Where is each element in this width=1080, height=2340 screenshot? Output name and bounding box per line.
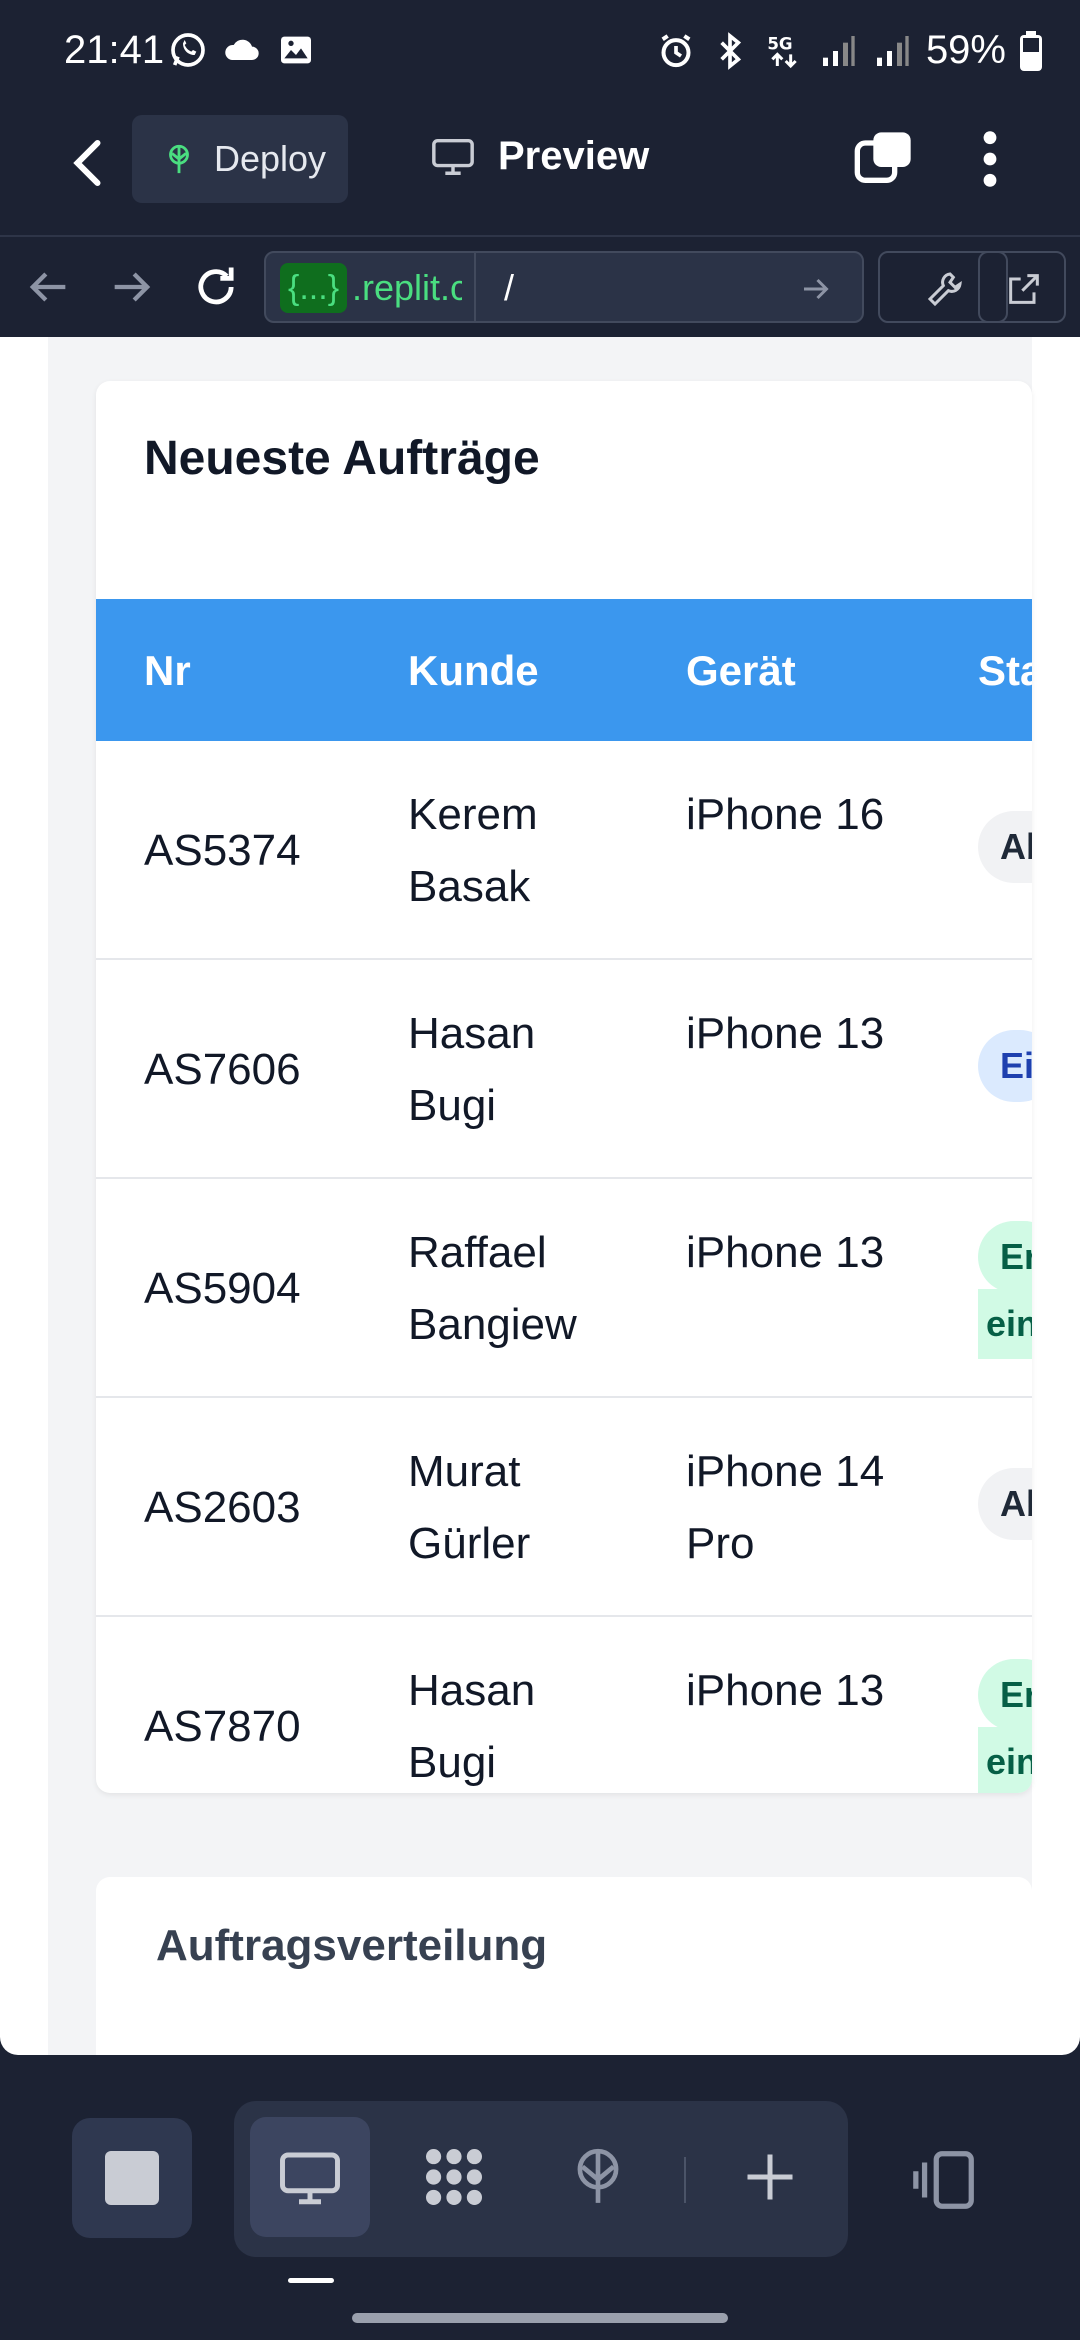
order-distribution-card: Auftragsverteilung <box>96 1877 1032 2055</box>
customer-name: Hasan Bugi <box>408 1666 536 1787</box>
5g-icon: 5G <box>767 34 797 68</box>
card-title: Neueste Aufträge <box>144 432 540 485</box>
order-number: AS7870 <box>144 1702 301 1751</box>
go-arrow-icon[interactable] <box>798 271 834 307</box>
orders-table: Nr Kunde Gerät Sta AS5374 Kerem Basak iP… <box>96 599 1032 1793</box>
table-header: Nr Kunde Gerät Sta <box>96 599 1032 741</box>
deploy-button[interactable]: Deploy <box>132 115 348 203</box>
status-bar: 21:41 5G 59% <box>0 0 1080 105</box>
device-name: iPhone 13 <box>686 1228 885 1277</box>
status-badge: Ab <box>978 1468 1032 1540</box>
signal-icon <box>876 35 909 66</box>
url-path-input[interactable]: / <box>504 263 514 313</box>
alarm-icon <box>661 33 691 67</box>
status-badge: Ei <box>978 1030 1032 1102</box>
browser-forward-icon[interactable] <box>106 261 158 313</box>
customer-name: Raffael Bangiew <box>408 1228 577 1349</box>
monitor-icon <box>280 2152 340 2205</box>
browser-back-icon[interactable] <box>22 261 74 313</box>
url-host: .replit.c <box>352 267 462 308</box>
app-bar: Deploy Preview <box>0 105 1080 235</box>
back-arrow-icon[interactable] <box>60 133 120 193</box>
order-number: AS2603 <box>144 1483 301 1532</box>
active-tab-indicator <box>288 2278 334 2283</box>
table-row[interactable]: AS2603 Murat Gürler iPhone 14 Pro Ab <box>96 1398 1032 1617</box>
whatsapp-icon <box>171 33 205 67</box>
bluetooth-icon <box>720 31 742 70</box>
customer-name: Murat Gürler <box>408 1447 531 1568</box>
device-name: iPhone 13 <box>686 1009 885 1058</box>
status-badge: Ab <box>978 811 1032 883</box>
status-badge: Er <box>978 1221 1032 1293</box>
deploy-icon <box>577 2148 619 2203</box>
external-link-icon <box>1009 274 1039 304</box>
plus-icon <box>747 2154 793 2200</box>
dock-deploy-button[interactable] <box>538 2117 658 2237</box>
more-options-icon[interactable] <box>972 127 1008 191</box>
preview-tab[interactable]: Preview <box>430 133 649 179</box>
stop-icon <box>105 2151 159 2205</box>
dock-preview-button[interactable] <box>250 2117 370 2237</box>
url-separator <box>474 253 476 321</box>
device-name: iPhone 14 Pro <box>686 1447 885 1568</box>
dock-toolbar <box>234 2101 848 2257</box>
bottom-dock <box>0 2055 1080 2340</box>
order-number: AS7606 <box>144 1045 301 1094</box>
gallery-icon <box>281 36 311 64</box>
reload-icon[interactable] <box>190 261 242 313</box>
table-row[interactable]: AS7870 Hasan Bugi iPhone 13 Er eing <box>96 1617 1032 1793</box>
customer-name: Hasan Bugi <box>408 1009 536 1130</box>
monitor-icon <box>432 138 474 175</box>
card-title: Auftragsverteilung <box>156 1921 548 1970</box>
recent-orders-card: Neueste Aufträge Nr Kunde Gerät Sta AS53… <box>96 381 1032 1793</box>
device-name: iPhone 16 <box>686 790 885 839</box>
url-bar[interactable]: {...} .replit.c / <box>264 251 864 323</box>
dock-add-button[interactable] <box>710 2117 830 2237</box>
column-header-status: Sta <box>978 647 1032 694</box>
status-badge-continued: eing <box>978 1727 1032 1793</box>
side-panel-icon[interactable] <box>910 2145 980 2215</box>
url-badge: {...} <box>280 263 348 313</box>
column-header-geraet: Gerät <box>686 647 796 694</box>
status-badge: Er <box>978 1659 1032 1731</box>
deploy-icon <box>169 144 189 174</box>
stop-button[interactable] <box>72 2118 192 2238</box>
webview-content[interactable]: Neueste Aufträge Nr Kunde Gerät Sta AS53… <box>0 337 1080 2055</box>
column-header-nr: Nr <box>144 647 191 694</box>
dock-divider <box>684 2157 686 2203</box>
dock-workspace-button[interactable] <box>394 2117 514 2237</box>
battery-icon <box>1020 30 1042 71</box>
status-badge-continued: eing <box>978 1289 1032 1359</box>
cloud-icon <box>225 39 259 60</box>
page-background: Neueste Aufträge Nr Kunde Gerät Sta AS53… <box>48 337 1032 2055</box>
svg-text:5G: 5G <box>767 34 792 53</box>
order-number: AS5374 <box>144 826 301 875</box>
order-number: AS5904 <box>144 1264 301 1313</box>
column-header-kunde: Kunde <box>408 647 539 694</box>
deploy-label: Deploy <box>214 138 327 179</box>
battery-percent: 59% <box>925 28 1006 72</box>
table-row[interactable]: AS7606 Hasan Bugi iPhone 13 Ei <box>96 960 1032 1179</box>
browser-bar: {...} .replit.c / <box>0 235 1080 337</box>
open-external-button[interactable] <box>978 251 1066 323</box>
table-row[interactable]: AS5374 Kerem Basak iPhone 16 Ab <box>96 741 1032 960</box>
wrench-icon <box>927 272 962 307</box>
tabs-icon[interactable] <box>852 127 916 191</box>
table-row[interactable]: AS5904 Raffael Bangiew iPhone 13 Er eing <box>96 1179 1032 1398</box>
device-name: iPhone 13 <box>686 1666 885 1715</box>
signal-icon <box>822 35 855 66</box>
home-indicator[interactable] <box>352 2313 728 2323</box>
customer-name: Kerem Basak <box>408 790 538 911</box>
workspace-icon <box>426 2149 482 2205</box>
status-time: 21:41 <box>64 28 165 72</box>
preview-label: Preview <box>498 133 650 178</box>
